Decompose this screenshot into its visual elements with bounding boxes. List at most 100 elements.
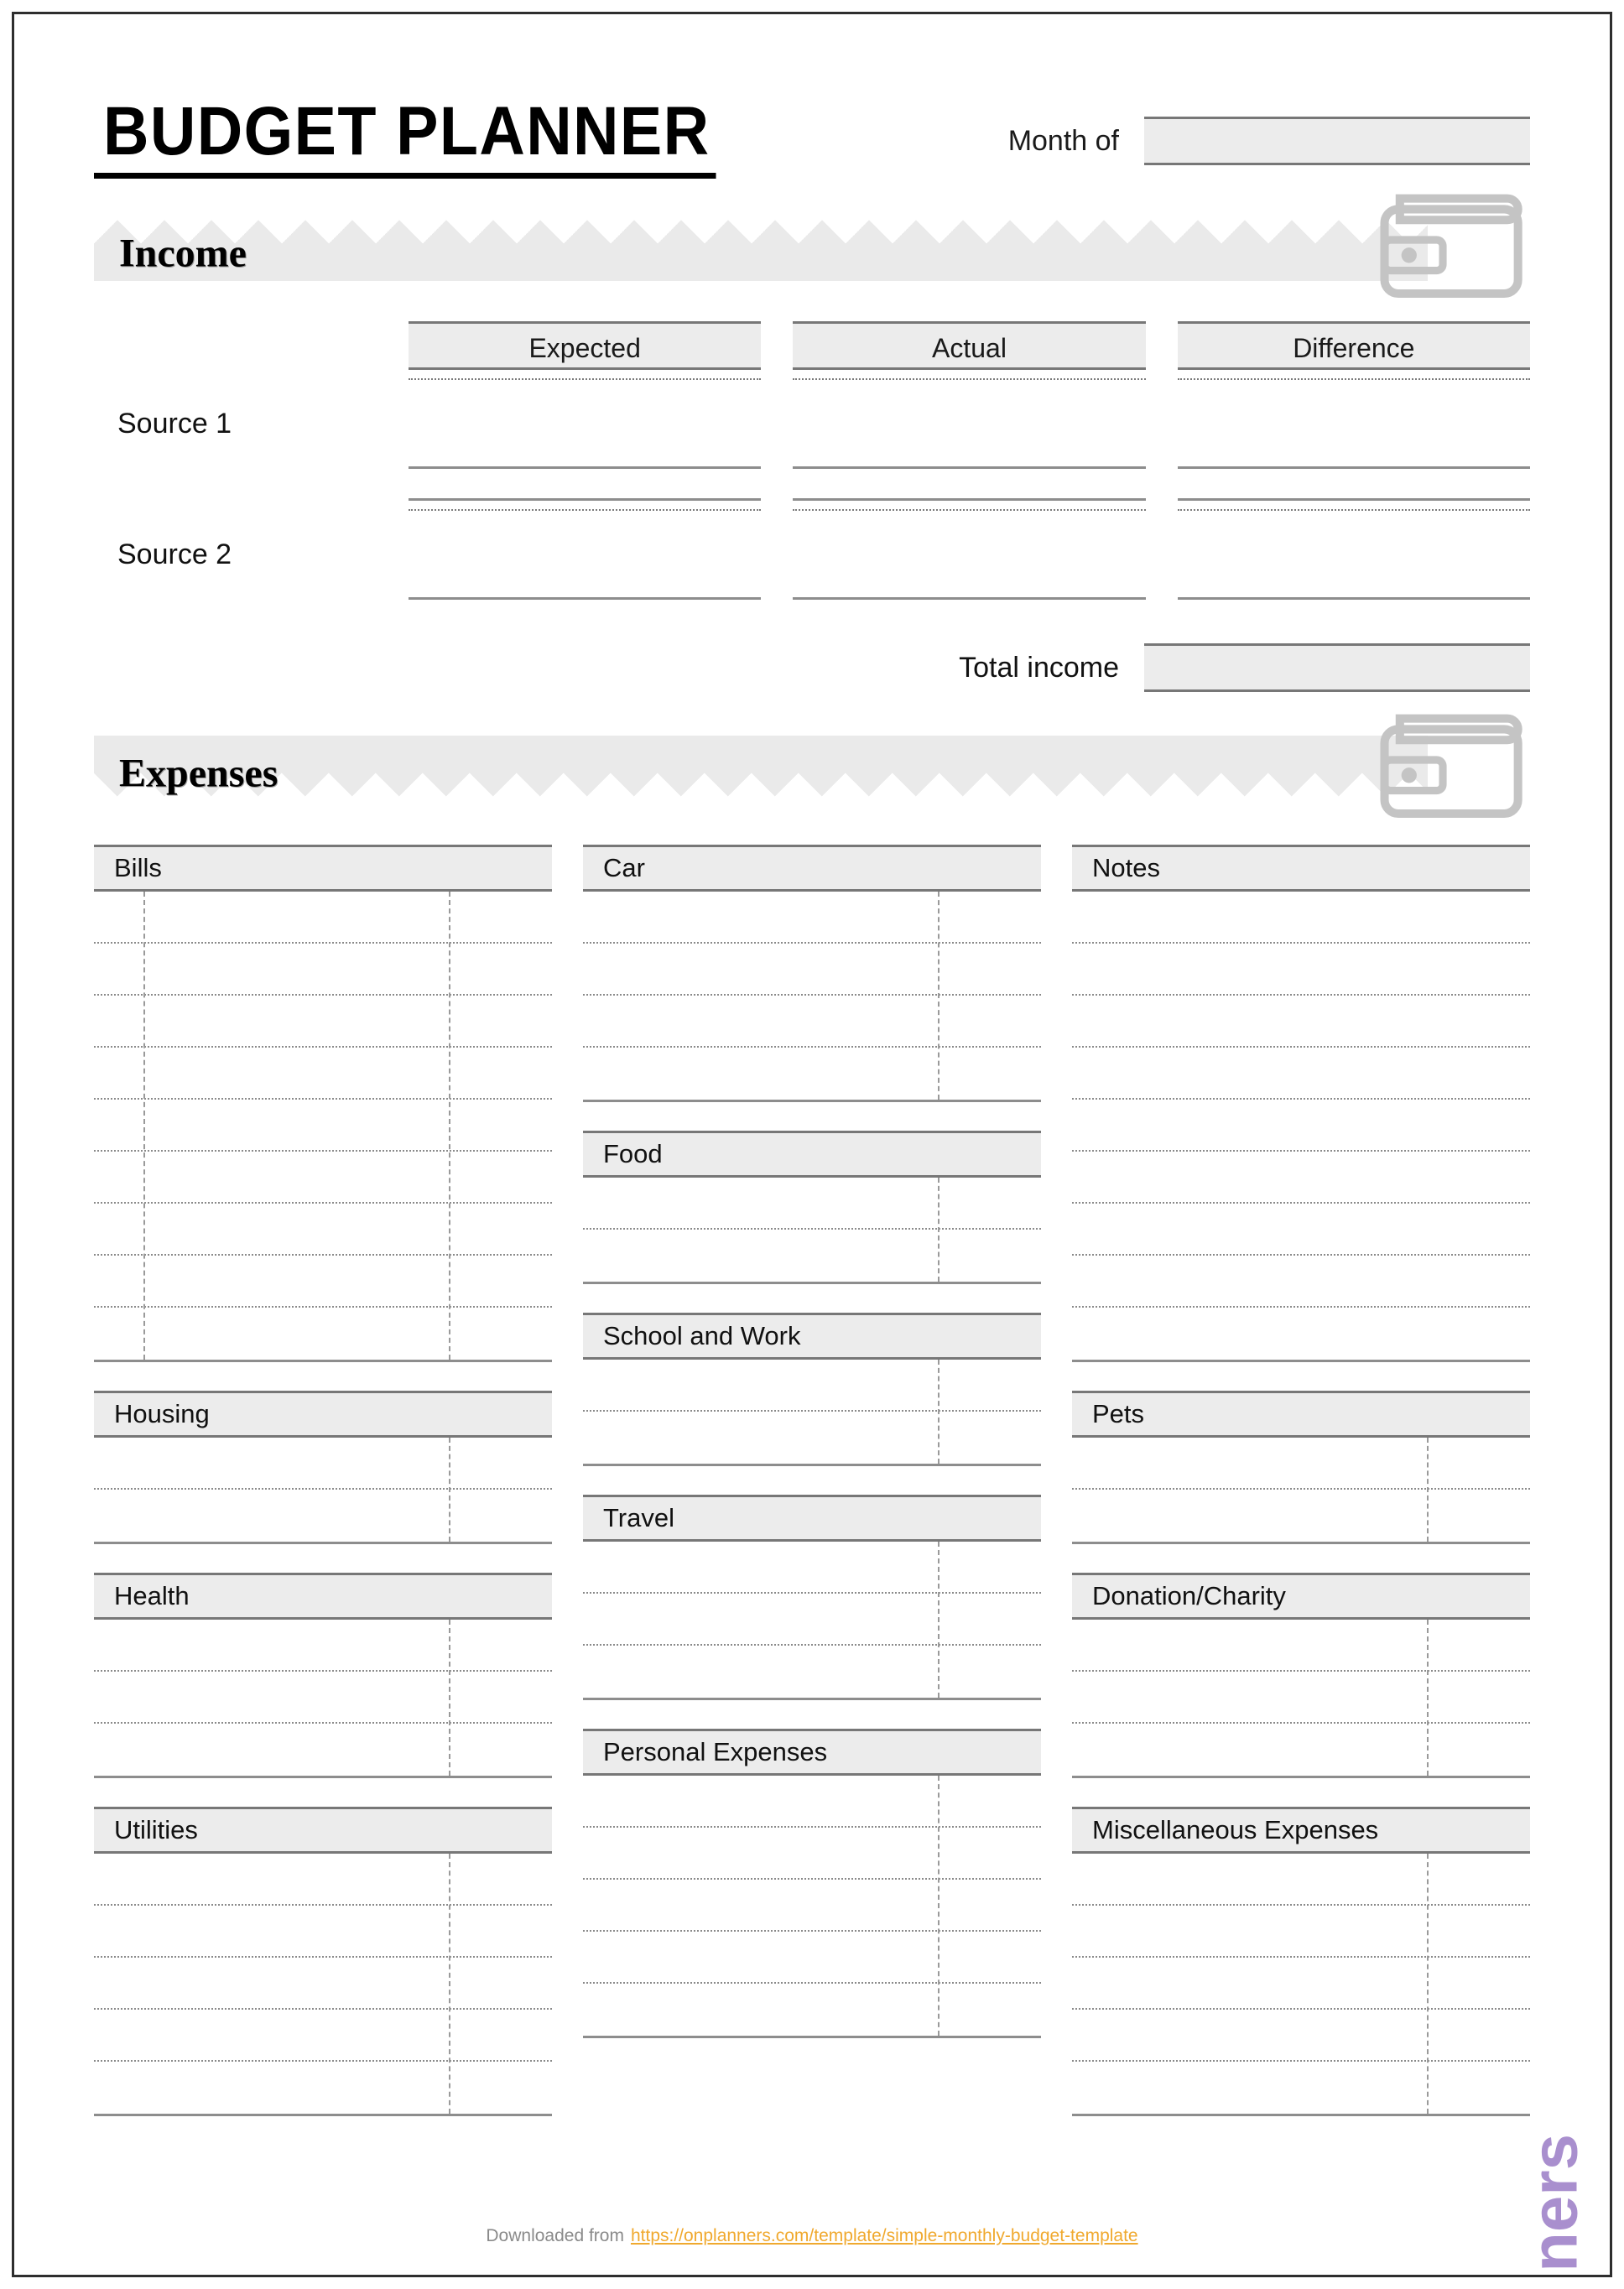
- entry-row[interactable]: [1072, 892, 1530, 944]
- category-box-health: Health: [94, 1573, 552, 1778]
- category-header-notes: Notes: [1072, 845, 1530, 892]
- income-source-2-label: Source 2: [117, 538, 232, 570]
- entry-row[interactable]: [1072, 1620, 1530, 1672]
- category-body-food: [583, 1178, 1041, 1284]
- entry-row[interactable]: [1072, 1906, 1530, 1958]
- income-row-source-1: Source 1: [94, 378, 1530, 469]
- entry-row[interactable]: [1072, 1100, 1530, 1152]
- category-title-donation-charity: Donation/Charity: [1092, 1581, 1286, 1610]
- entry-row[interactable]: [1072, 996, 1530, 1048]
- entry-row[interactable]: [94, 944, 552, 996]
- entry-row[interactable]: [1072, 944, 1530, 996]
- entry-row[interactable]: [94, 1256, 552, 1308]
- entry-row[interactable]: [1072, 1204, 1530, 1256]
- entry-row[interactable]: [583, 1932, 1041, 1984]
- chevron-left-pattern: [94, 736, 1428, 801]
- source-1-expected-extra[interactable]: [409, 469, 762, 501]
- income-section-title: Income: [119, 231, 247, 276]
- category-body-miscellaneous-expenses: [1072, 1854, 1530, 2116]
- source-2-difference-input[interactable]: [1177, 509, 1530, 600]
- entry-row[interactable]: [1072, 1048, 1530, 1100]
- entry-row[interactable]: [94, 2062, 552, 2114]
- entry-row[interactable]: [94, 1490, 552, 1542]
- month-of-input[interactable]: [1144, 117, 1530, 165]
- category-header-school-and-work: School and Work: [583, 1313, 1041, 1360]
- footer: Downloaded from https://onplanners.com/te…: [14, 2226, 1610, 2246]
- entry-row[interactable]: [583, 1412, 1041, 1464]
- entry-row[interactable]: [1072, 1152, 1530, 1204]
- category-header-utilities: Utilities: [94, 1807, 552, 1854]
- entry-row[interactable]: [94, 1308, 552, 1360]
- category-title-bills: Bills: [114, 853, 162, 882]
- entry-row[interactable]: [583, 1984, 1041, 2036]
- category-box-car: Car: [583, 845, 1041, 1102]
- entry-row[interactable]: [1072, 2062, 1530, 2114]
- entry-row[interactable]: [94, 2010, 552, 2062]
- entry-row[interactable]: [94, 1958, 552, 2010]
- column-divider-right: [1427, 1438, 1429, 1542]
- entry-row[interactable]: [583, 1594, 1041, 1646]
- source-1-actual-input[interactable]: [793, 378, 1146, 469]
- source-1-difference-input[interactable]: [1177, 378, 1530, 469]
- category-header-car: Car: [583, 845, 1041, 892]
- income-table: Expected Actual Difference Source 1 Sour…: [94, 321, 1530, 692]
- entry-row[interactable]: [583, 1646, 1041, 1698]
- entry-row[interactable]: [583, 1776, 1041, 1828]
- total-income-input[interactable]: [1144, 643, 1530, 692]
- entry-row[interactable]: [583, 1360, 1041, 1412]
- entry-row[interactable]: [583, 1542, 1041, 1594]
- income-col-expected: Expected: [409, 321, 762, 370]
- entry-row[interactable]: [583, 1880, 1041, 1932]
- source-1-difference-extra[interactable]: [1177, 469, 1530, 501]
- entry-row[interactable]: [94, 996, 552, 1048]
- entry-row[interactable]: [94, 892, 552, 944]
- entry-row[interactable]: [1072, 1256, 1530, 1308]
- category-body-health: [94, 1620, 552, 1778]
- entry-row[interactable]: [583, 1178, 1041, 1230]
- source-1-expected-input[interactable]: [409, 378, 762, 469]
- entry-row[interactable]: [583, 1828, 1041, 1880]
- watermark: DOWNLOADED FROM on : planners: [1517, 2134, 1590, 2275]
- column-divider-right: [938, 1178, 940, 1282]
- chevron-right-pattern: [94, 216, 1428, 281]
- page-inner: BUDGET PLANNER Month of Income Expected …: [14, 14, 1610, 2275]
- entry-row[interactable]: [1072, 1724, 1530, 1776]
- source-1-actual-extra[interactable]: [793, 469, 1146, 501]
- entry-row[interactable]: [94, 1854, 552, 1906]
- column-divider-right: [449, 1620, 451, 1776]
- entry-row[interactable]: [94, 1672, 552, 1724]
- expenses-grid: Bills Housing Health Utilities Car Food School…: [94, 845, 1530, 2145]
- entry-row[interactable]: [583, 944, 1041, 996]
- entry-row[interactable]: [1072, 1438, 1530, 1490]
- entry-row[interactable]: [94, 1438, 552, 1490]
- entry-row[interactable]: [1072, 1490, 1530, 1542]
- source-2-expected-input[interactable]: [409, 509, 762, 600]
- entry-row[interactable]: [94, 1100, 552, 1152]
- entry-row[interactable]: [94, 1724, 552, 1776]
- entry-row[interactable]: [583, 1230, 1041, 1282]
- category-box-notes: Notes: [1072, 845, 1530, 1362]
- entry-row[interactable]: [1072, 1958, 1530, 2010]
- income-banner-row: Income: [94, 194, 1530, 299]
- footer-source-link[interactable]: https://onplanners.com/template/simple-m…: [631, 2226, 1138, 2245]
- source-2-actual-input[interactable]: [793, 509, 1146, 600]
- entry-row[interactable]: [94, 1204, 552, 1256]
- entry-row[interactable]: [94, 1048, 552, 1100]
- column-divider-right: [938, 1542, 940, 1698]
- entry-row[interactable]: [583, 1048, 1041, 1100]
- income-col-difference: Difference: [1177, 321, 1530, 370]
- entry-row[interactable]: [583, 996, 1041, 1048]
- income-extra-fields: [409, 469, 1530, 501]
- entry-row[interactable]: [94, 1152, 552, 1204]
- category-header-pets: Pets: [1072, 1391, 1530, 1438]
- total-income-row: Total income: [94, 643, 1530, 692]
- category-box-miscellaneous-expenses: Miscellaneous Expenses: [1072, 1807, 1530, 2116]
- entry-row[interactable]: [583, 892, 1041, 944]
- entry-row[interactable]: [1072, 2010, 1530, 2062]
- entry-row[interactable]: [94, 1620, 552, 1672]
- category-title-car: Car: [603, 853, 645, 882]
- entry-row[interactable]: [1072, 1308, 1530, 1360]
- entry-row[interactable]: [94, 1906, 552, 1958]
- entry-row[interactable]: [1072, 1672, 1530, 1724]
- entry-row[interactable]: [1072, 1854, 1530, 1906]
